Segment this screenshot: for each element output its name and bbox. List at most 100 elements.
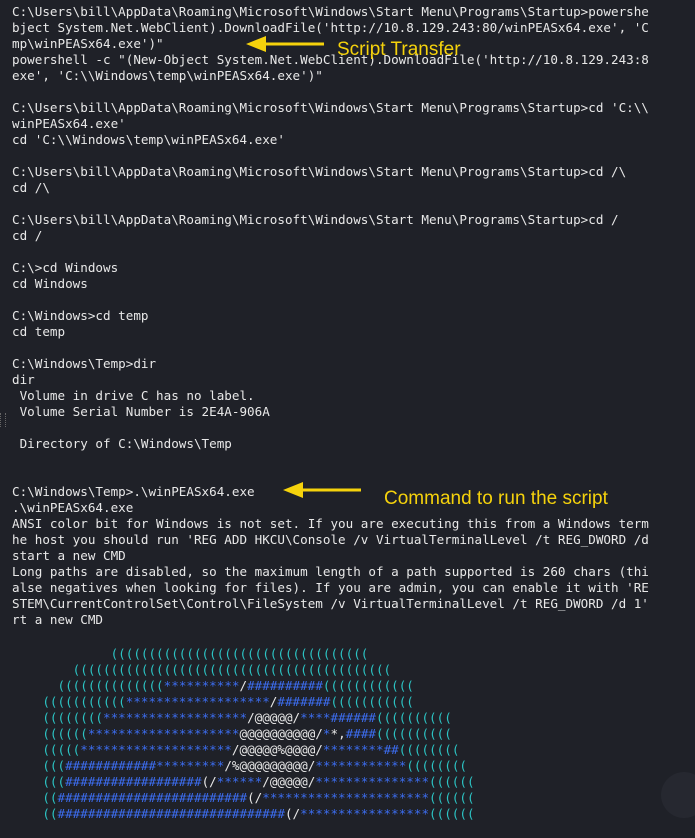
- banner-segment: ((((((((((((((: [12, 678, 164, 693]
- banner-segment: (/: [284, 806, 301, 821]
- terminal-line: powershell -c "(New-Object System.Net.We…: [12, 52, 649, 67]
- banner-segment: (((((: [12, 742, 81, 757]
- banner-segment: *********: [156, 758, 225, 773]
- banner-segment: *******************: [125, 694, 270, 709]
- banner-segment: ((((((((((((: [322, 678, 414, 693]
- banner-segment: /%@@@@@@@@@/: [224, 758, 316, 773]
- banner-segment: ((((((((((((((((((((((((((((((((((: [12, 646, 369, 661]
- terminal-line: C:\Users\bill\AppData\Roaming\Microsoft\…: [12, 164, 627, 179]
- banner-segment: ((((((: [429, 806, 475, 821]
- banner-segment: ******: [216, 774, 263, 789]
- banner-segment: #######: [277, 694, 331, 709]
- banner-segment: ############: [65, 758, 157, 773]
- terminal-line: C:\Users\bill\AppData\Roaming\Microsoft\…: [12, 4, 649, 19]
- banner-segment: @@@@@@@@@@/: [239, 726, 323, 741]
- banner-segment: (/: [201, 774, 217, 789]
- terminal-line: bject System.Net.WebClient).DownloadFile…: [12, 20, 649, 35]
- terminal-line: C:\Users\bill\AppData\Roaming\Microsoft\…: [12, 212, 619, 227]
- terminal-line: cd temp: [12, 324, 66, 339]
- banner-line: ((((((********************@@@@@@@@@@/**,…: [12, 726, 475, 742]
- winpeas-ascii-banner: (((((((((((((((((((((((((((((((((( (((((…: [12, 646, 475, 822]
- terminal-line: STEM\CurrentControlSet\Control\FileSyste…: [12, 596, 649, 611]
- banner-segment: ####: [345, 726, 376, 741]
- banner-segment: ##: [383, 742, 399, 757]
- banner-segment: ((((((((((: [375, 710, 452, 725]
- banner-line: ((##############################(/******…: [12, 806, 475, 822]
- terminal-line: winPEASx64.exe': [12, 116, 126, 131]
- terminal-line: ANSI color bit for Windows is not set. I…: [12, 516, 649, 531]
- banner-segment: ((((((((: [12, 710, 103, 725]
- arrow-run-command-icon: [283, 482, 361, 498]
- banner-segment: ((((((((((: [376, 726, 452, 741]
- terminal-line: cd /\: [12, 180, 50, 195]
- banner-segment: ***************: [315, 774, 430, 789]
- terminal-line: exe', 'C:\\Windows\temp\winPEASx64.exe')…: [12, 68, 323, 83]
- banner-segment: ((: [12, 790, 58, 805]
- banner-segment: **********: [163, 678, 240, 693]
- terminal-line: cd /: [12, 228, 43, 243]
- banner-segment: (/: [247, 790, 263, 805]
- banner-line: (((############*********/%@@@@@@@@@/****…: [12, 758, 475, 774]
- banner-segment: (((: [12, 758, 66, 773]
- banner-segment: (((((((((((: [12, 694, 126, 709]
- terminal-line: cd 'C:\\Windows\temp\winPEASx64.exe': [12, 132, 285, 147]
- banner-segment: (((((((((((: [330, 694, 414, 709]
- banner-segment: **********************: [262, 790, 430, 805]
- banner-segment: *,: [330, 726, 346, 741]
- banner-segment: ********************: [87, 726, 240, 741]
- banner-segment: ********: [322, 742, 384, 757]
- terminal-line: C:\>cd Windows: [12, 260, 119, 275]
- banner-segment: *****************: [300, 806, 430, 821]
- banner-line: ((((((((*******************/@@@@@/****##…: [12, 710, 475, 726]
- banner-segment: ********************: [80, 742, 232, 757]
- banner-segment: ######: [330, 710, 376, 725]
- banner-segment: /: [239, 678, 248, 693]
- terminal-line: start a new CMD: [12, 548, 126, 563]
- terminal-line: C:\Windows>cd temp: [12, 308, 149, 323]
- banner-line: ((((((((((((((((((((((((((((((((((((((((…: [12, 662, 475, 678]
- banner-segment: /@@@@@/: [247, 710, 301, 725]
- banner-line: (((((********************/@@@@@%@@@@/***…: [12, 742, 475, 758]
- terminal-line: cd Windows: [12, 276, 88, 291]
- terminal-line: Long paths are disabled, so the maximum …: [12, 564, 649, 579]
- banner-segment: ##############################: [57, 806, 285, 821]
- banner-segment: ##########: [247, 678, 323, 693]
- annotation-run-command: Command to run the script: [384, 488, 608, 509]
- banner-segment: ((((((((((((((((((((((((((((((((((((((((…: [12, 662, 392, 677]
- banner-line: ((#########################(/***********…: [12, 790, 475, 806]
- resize-handle[interactable]: [0, 413, 6, 427]
- banner-segment: ##################: [65, 774, 202, 789]
- terminal-line: alse negatives when looking for files). …: [12, 580, 649, 595]
- terminal-line: Volume Serial Number is 2E4A-906A: [12, 404, 270, 419]
- banner-line: (((((((((((*******************/#######((…: [12, 694, 475, 710]
- terminal-line: mp\winPEASx64.exe')": [12, 36, 164, 51]
- banner-segment: ((((((((: [398, 742, 460, 757]
- terminal-line: rt a new CMD: [12, 612, 103, 627]
- banner-segment: #########################: [57, 790, 248, 805]
- terminal-line: Volume in drive C has no label.: [12, 388, 255, 403]
- banner-line: (((##################(/******/@@@@@/****…: [12, 774, 475, 790]
- arrow-script-transfer-icon: [246, 36, 324, 52]
- banner-segment: ((((((((: [406, 758, 467, 773]
- terminal-line: Directory of C:\Windows\Temp: [12, 436, 232, 451]
- terminal-window[interactable]: C:\Users\bill\AppData\Roaming\Microsoft\…: [0, 0, 695, 838]
- terminal-line: C:\Windows\Temp>dir: [12, 356, 157, 371]
- banner-segment: ****: [300, 710, 331, 725]
- scroll-button[interactable]: [661, 772, 695, 818]
- banner-segment: ************: [315, 758, 407, 773]
- banner-segment: (((: [12, 774, 66, 789]
- terminal-line: dir: [12, 372, 35, 387]
- banner-segment: /@@@@@%@@@@/: [231, 742, 323, 757]
- banner-line: ((((((((((((((((((((((((((((((((((: [12, 646, 475, 662]
- banner-segment: ((((((: [429, 774, 475, 789]
- annotation-script-transfer: Script Transfer: [337, 39, 461, 60]
- banner-segment: ((((((: [429, 790, 475, 805]
- terminal-output: C:\Users\bill\AppData\Roaming\Microsoft\…: [12, 4, 649, 628]
- banner-segment: ((: [12, 806, 58, 821]
